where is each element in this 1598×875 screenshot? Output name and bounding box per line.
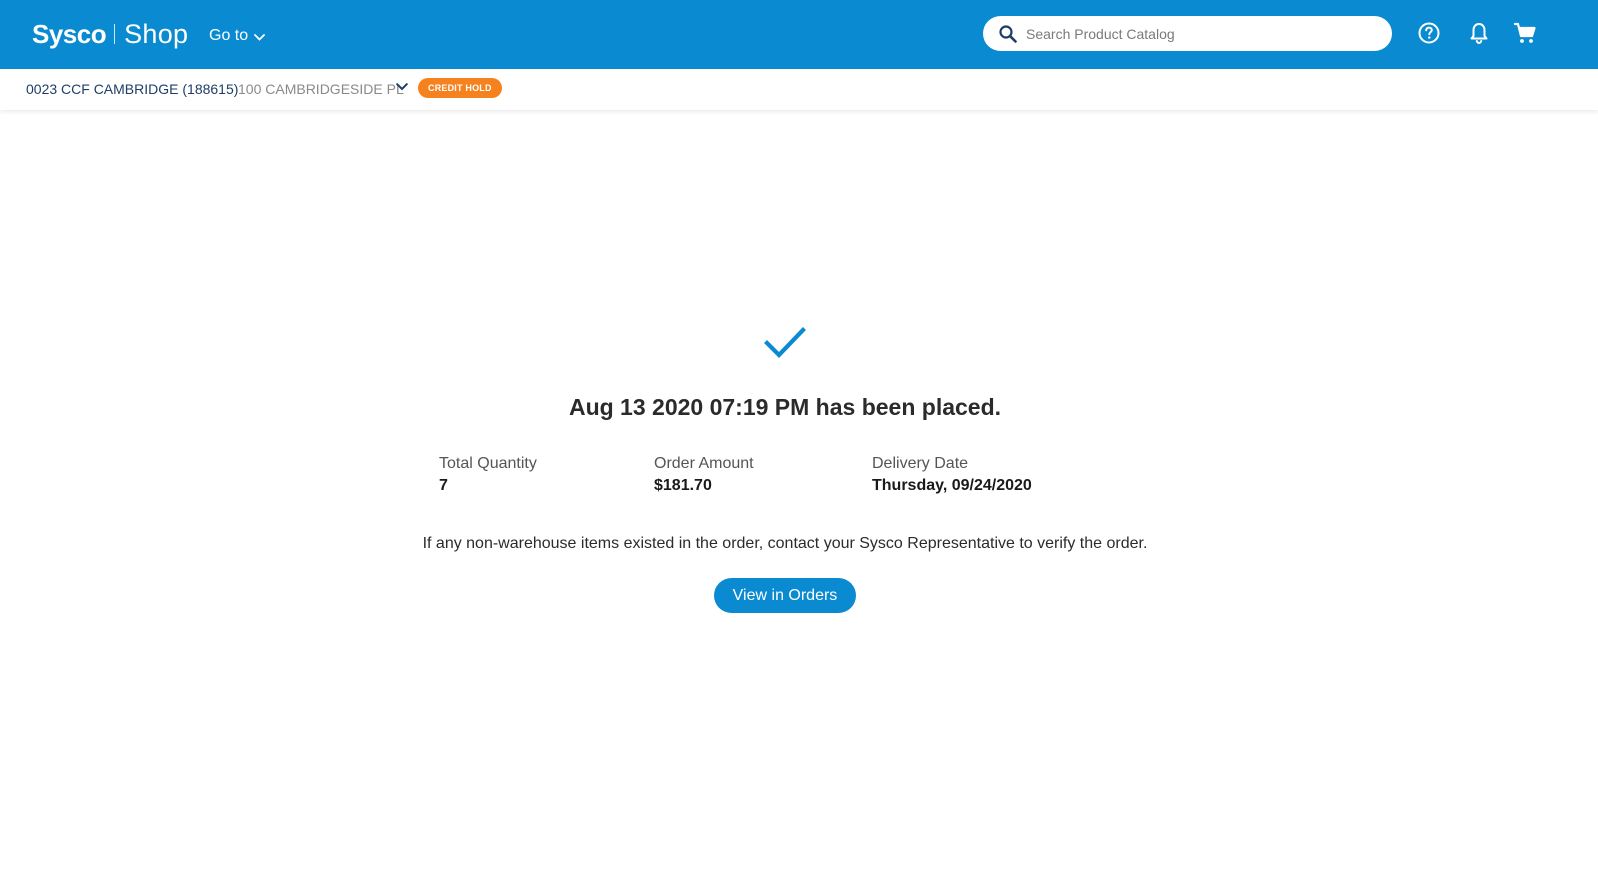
go-to-menu[interactable]: Go to <box>209 25 266 47</box>
logo-divider <box>114 24 116 44</box>
delivery-date-stat: Delivery Date Thursday, 09/24/2020 <box>872 455 1032 495</box>
search-input[interactable] <box>1026 16 1376 51</box>
stat-label: Total Quantity <box>439 455 537 472</box>
credit-hold-badge: CREDIT HOLD <box>418 78 502 98</box>
total-quantity-stat: Total Quantity 7 <box>439 455 537 495</box>
notifications-button[interactable] <box>1466 20 1492 46</box>
stat-label: Order Amount <box>654 455 754 472</box>
account-address[interactable]: 100 CAMBRIDGESIDE PL <box>238 81 404 97</box>
cart-icon <box>1513 22 1536 43</box>
search-bar <box>983 16 1392 51</box>
stat-value: 7 <box>439 477 448 494</box>
go-to-label: Go to <box>209 27 249 44</box>
chevron-down-icon <box>254 34 266 41</box>
bell-icon <box>1470 23 1488 45</box>
logo-brand-text: Sysco <box>32 18 107 49</box>
top-navigation-bar: Sysco Shop Go to <box>0 0 1598 69</box>
search-icon[interactable] <box>998 24 1018 44</box>
logo-product-text: Shop <box>124 18 189 49</box>
stat-value: $181.70 <box>654 477 712 494</box>
stat-value: Thursday, 09/24/2020 <box>872 477 1032 494</box>
help-icon <box>1418 22 1440 44</box>
account-name[interactable]: 0023 CCF CAMBRIDGE (188615) <box>26 81 238 97</box>
cart-button[interactable] <box>1512 20 1538 46</box>
account-bar: 0023 CCF CAMBRIDGE (188615) 100 CAMBRIDG… <box>0 69 1598 110</box>
help-button[interactable] <box>1416 20 1442 46</box>
order-amount-stat: Order Amount $181.70 <box>654 455 754 495</box>
sysco-shop-logo[interactable]: Sysco Shop <box>32 16 188 52</box>
non-warehouse-notice: If any non-warehouse items existed in th… <box>422 535 1148 552</box>
checkmark-icon <box>764 327 806 359</box>
chevron-down-icon[interactable] <box>396 83 408 91</box>
view-in-orders-button[interactable]: View in Orders <box>714 578 856 613</box>
stat-label: Delivery Date <box>872 455 969 472</box>
order-placed-heading: Aug 13 2020 07:19 PM has been placed. <box>568 394 1002 420</box>
